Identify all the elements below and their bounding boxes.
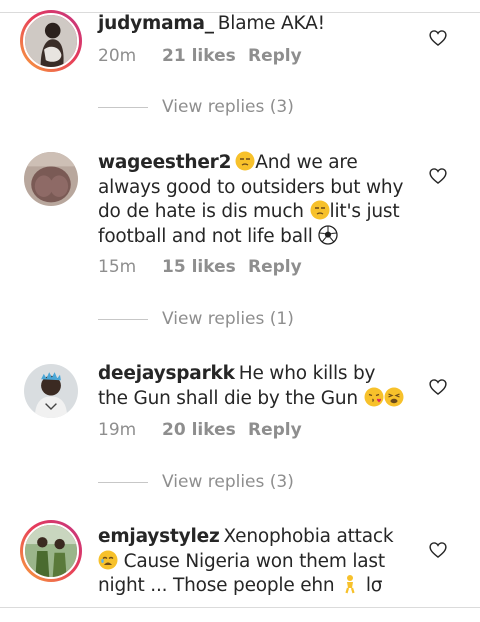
reply-button[interactable]: Reply [248,46,302,66]
view-replies[interactable]: View replies (3) [98,97,294,117]
person-standing-icon [340,574,360,594]
comment-likes[interactable]: 15 likes [162,257,248,277]
avatar[interactable] [24,152,78,206]
reply-button[interactable]: Reply [248,257,302,277]
weary-face-icon [98,550,118,570]
bottom-divider [0,607,480,608]
comment-likes[interactable]: 21 likes [162,46,248,66]
unamused-face-icon [235,151,255,171]
soccer-ball-icon [318,224,339,245]
replies-divider [98,481,148,483]
view-replies-label[interactable]: View replies (3) [162,97,294,117]
avatar[interactable] [24,364,78,418]
comment-text: emjaystylez Xenophobia attack Cause Niger… [98,526,394,596]
comment-time: 19m [98,420,137,440]
profile-photo-icon [25,525,77,577]
comment-username[interactable]: wageesther2 [98,152,231,173]
avatar[interactable] [20,520,82,582]
comment-meta: 20m 21 likes Reply [98,46,302,66]
profile-photo-icon [24,152,78,206]
replies-divider [98,106,148,108]
avatar[interactable] [20,10,82,72]
heart-outline-icon[interactable] [428,540,448,560]
comment-likes[interactable]: 20 likes [162,420,248,440]
comment-meta: 15m 15 likes Reply [98,257,302,277]
comment-time: 20m [98,46,137,66]
view-replies[interactable]: View replies (3) [98,472,294,492]
view-replies-label[interactable]: View replies (1) [162,309,294,329]
unamused-face-icon [310,200,330,220]
replies-divider [98,318,148,320]
comment-username[interactable]: deejaysparkk [98,363,235,384]
face-blowing-kiss-icon [364,387,384,407]
comment-text: judymama_ Blame AKA! [98,13,325,34]
view-replies[interactable]: View replies (1) [98,309,294,329]
comment-text: deejaysparkk He who kills by the Gun shal… [98,362,410,411]
comment-username[interactable]: judymama_ [98,13,214,34]
comment-meta: 19m 20 likes Reply [98,420,302,440]
heart-outline-icon[interactable] [428,28,448,48]
comment-time: 15m [98,257,137,277]
profile-photo-icon [25,15,77,67]
reply-button[interactable]: Reply [248,420,302,440]
profile-photo-icon [24,364,78,418]
comment-username[interactable]: emjaystylez [98,526,220,547]
tired-face-icon [384,387,404,407]
heart-outline-icon[interactable] [428,377,448,397]
comment-text: wageesther2 And we are always good to out… [98,151,404,247]
view-replies-label[interactable]: View replies (3) [162,472,294,492]
heart-outline-icon[interactable] [428,166,448,186]
